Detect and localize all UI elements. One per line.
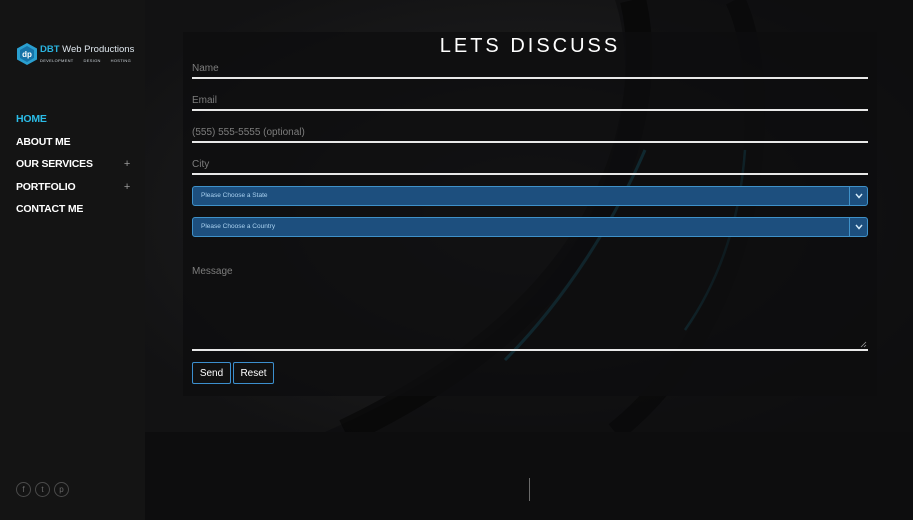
expand-plus-icon[interactable]: + (122, 158, 132, 170)
nav-label: HOME (16, 113, 47, 126)
message-textarea[interactable]: Message (192, 263, 868, 351)
country-select[interactable]: Please Choose a Country (192, 217, 868, 237)
nav-label: ABOUT ME (16, 135, 71, 148)
resize-handle-icon[interactable] (860, 341, 867, 348)
sidebar: dp DBT Web Productions DEVELOPMENT DESIG… (0, 0, 145, 520)
nav-item-our-services[interactable]: OUR SERVICES + (16, 153, 132, 176)
nav-item-portfolio[interactable]: PORTFOLIO + (16, 176, 132, 199)
social-links: f t p (16, 482, 69, 497)
state-select[interactable]: Please Choose a State (192, 186, 868, 206)
contact-form-panel: LETS DISCUSS Name Email (555) 555-5555 (… (183, 32, 877, 396)
name-field[interactable]: Name (192, 63, 868, 79)
main-nav: HOME ABOUT ME OUR SERVICES + PORTFOLIO +… (16, 108, 132, 221)
send-button[interactable]: Send (192, 362, 231, 384)
phone-field[interactable]: (555) 555-5555 (optional) (192, 127, 868, 143)
chevron-down-icon[interactable] (849, 218, 867, 236)
expand-plus-icon[interactable]: + (122, 181, 132, 193)
chevron-down-icon[interactable] (849, 187, 867, 205)
reset-button[interactable]: Reset (233, 362, 274, 384)
dp-logo-icon: dp (17, 43, 37, 65)
email-field[interactable]: Email (192, 95, 868, 111)
phone-placeholder: (555) 555-5555 (optional) (192, 127, 305, 138)
brand-tagline: DEVELOPMENT DESIGN HOSTING (40, 58, 131, 63)
city-field[interactable]: City (192, 159, 868, 175)
nav-label: OUR SERVICES (16, 158, 93, 171)
nav-item-about-me[interactable]: ABOUT ME (16, 131, 132, 154)
pinterest-icon[interactable]: p (54, 482, 69, 497)
footer (145, 432, 913, 520)
nav-item-contact-me[interactable]: CONTACT ME (16, 198, 132, 221)
nav-item-home[interactable]: HOME (16, 108, 132, 131)
footer-divider (529, 478, 530, 501)
email-placeholder: Email (192, 95, 218, 106)
form-title: LETS DISCUSS (439, 35, 621, 57)
twitter-icon[interactable]: t (35, 482, 50, 497)
name-placeholder: Name (192, 63, 219, 74)
svg-text:dp: dp (22, 50, 32, 59)
city-placeholder: City (192, 159, 210, 170)
nav-label: PORTFOLIO (16, 180, 76, 193)
country-select-value: Please Choose a Country (201, 223, 276, 230)
brand-name: DBT Web Productions (40, 44, 135, 55)
facebook-icon[interactable]: f (16, 482, 31, 497)
message-placeholder: Message (192, 266, 233, 277)
nav-label: CONTACT ME (16, 203, 84, 216)
brand-logo[interactable]: dp DBT Web Productions DEVELOPMENT DESIG… (16, 42, 135, 68)
state-select-value: Please Choose a State (201, 192, 268, 199)
